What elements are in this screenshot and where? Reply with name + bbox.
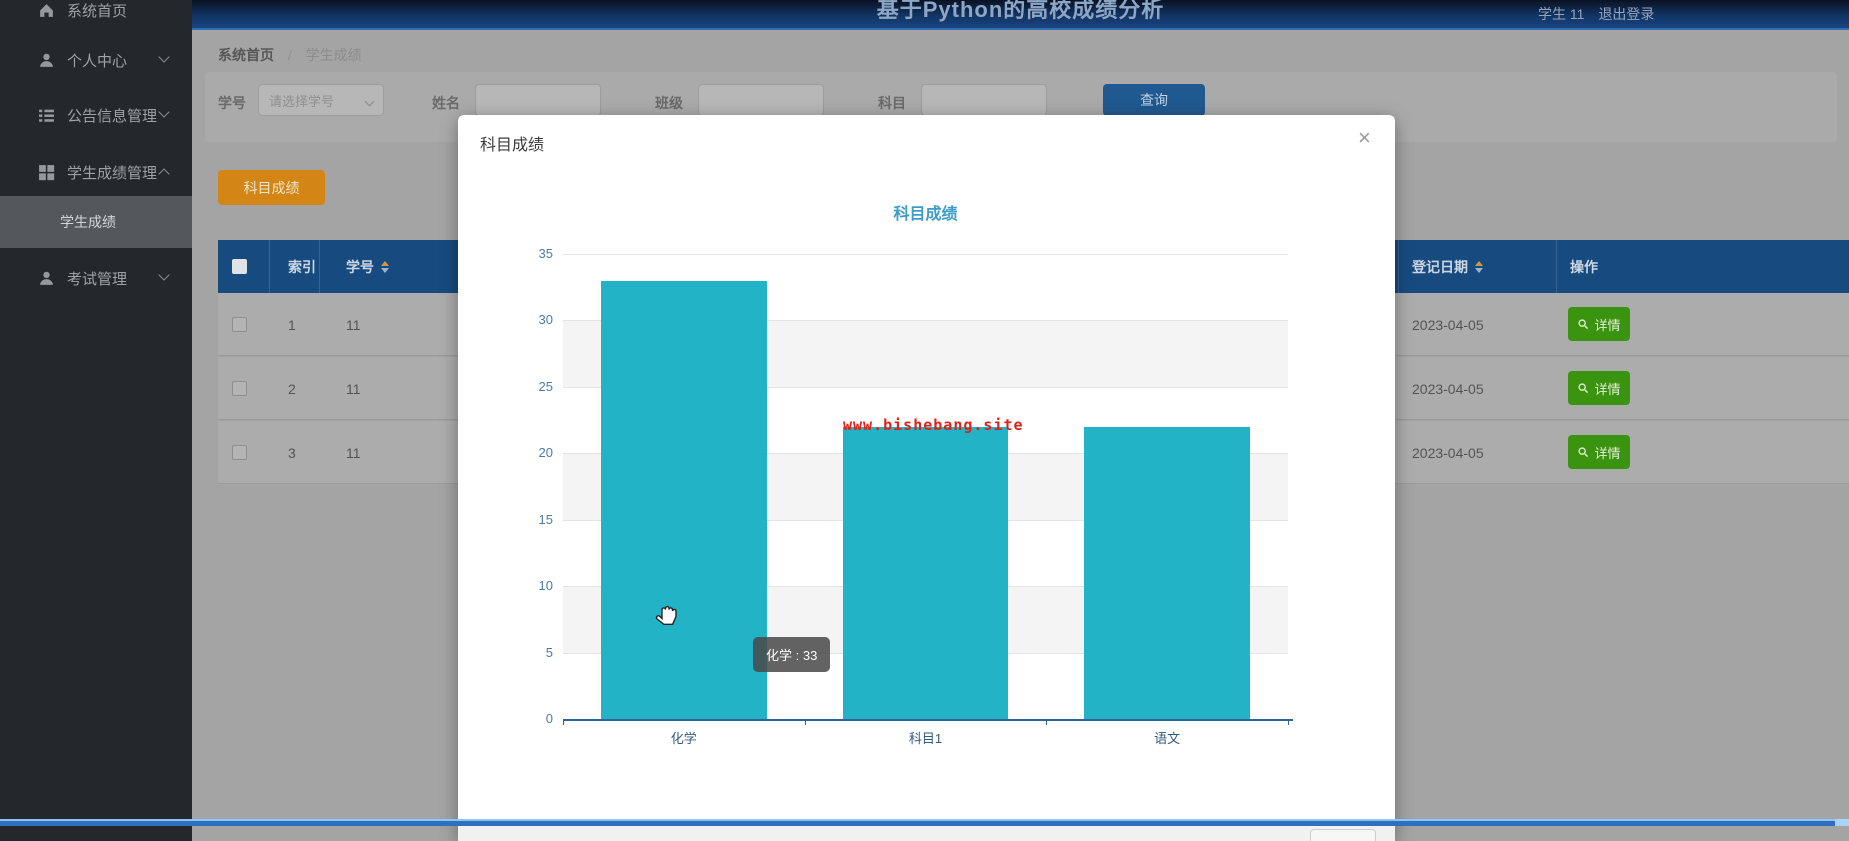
breadcrumb-separator: / — [287, 47, 292, 63]
cell-reg-date: 2023-04-05 — [1412, 380, 1484, 397]
y-tick-label: 35 — [538, 246, 553, 261]
bar-chart: 0 5 10 15 20 25 30 35 化学 科目1 语文 科目成绩 — [458, 115, 1395, 841]
sidebar-item-student-scores-active[interactable]: 学生成绩 — [0, 196, 192, 248]
sidebar-item-announcements[interactable]: 公告信息管理 — [0, 95, 192, 135]
row-checkbox[interactable] — [232, 317, 247, 332]
current-user-label: 学生 11 — [1538, 6, 1585, 22]
name-input[interactable] — [475, 84, 601, 116]
cell-index: 1 — [288, 316, 296, 333]
chevron-up-icon — [158, 168, 170, 180]
grid-icon — [38, 164, 55, 181]
y-tick-label: 25 — [538, 378, 553, 394]
sort-icon[interactable] — [1475, 260, 1483, 274]
video-progress-bar[interactable] — [0, 819, 1849, 826]
chevron-down-icon — [158, 51, 170, 63]
chart-tooltip: 化学 : 33 — [753, 637, 831, 672]
col-action: 操作 — [1570, 258, 1598, 275]
sidebar-subitem-label: 学生成绩 — [60, 214, 116, 230]
sidebar-item-profile[interactable]: 个人中心 — [0, 40, 192, 80]
cell-student-no: 11 — [346, 380, 361, 397]
detail-button[interactable]: 详情 — [1568, 307, 1630, 341]
breadcrumb-root[interactable]: 系统首页 — [218, 47, 274, 63]
subject-label: 科目 — [878, 95, 906, 111]
select-all-cell — [218, 240, 270, 293]
home-icon — [38, 2, 55, 19]
magnifier-icon — [1578, 319, 1589, 330]
chevron-down-icon — [364, 96, 375, 107]
y-tick-label: 10 — [538, 578, 553, 594]
breadcrumb: 系统首页 / 学生成绩 — [218, 45, 362, 65]
user-area: 学生 11 退出登录 — [1538, 4, 1678, 24]
chevron-down-icon — [158, 106, 170, 118]
cell-student-no: 11 — [346, 444, 361, 461]
bar[interactable] — [601, 280, 767, 719]
bar[interactable] — [1084, 426, 1250, 719]
detail-button[interactable]: 详情 — [1568, 371, 1630, 405]
watermark-text: www.bishebang.site — [843, 416, 1024, 434]
student-no-select[interactable]: 请选择学号 — [258, 84, 384, 116]
breadcrumb-current: 学生成绩 — [305, 47, 362, 63]
subject-score-modal: 科目成绩 × 0 5 10 15 20 25 30 35 化学 科目1 语文 科目成绩 www.bis… — [458, 115, 1395, 841]
detail-button[interactable]: 详情 — [1568, 435, 1630, 469]
subject-input[interactable] — [921, 84, 1047, 116]
y-tick-label: 0 — [545, 711, 553, 726]
gridline — [563, 254, 1288, 255]
sidebar-item-label: 考试管理 — [67, 270, 128, 288]
sidebar: 系统首页 个人中心 公告信息管理 学生成绩管理 学生成绩 考试管理 — [0, 0, 192, 841]
sidebar-item-label: 个人中心 — [67, 52, 128, 70]
chevron-down-icon — [158, 269, 170, 281]
cell-index: 2 — [288, 380, 296, 397]
x-axis-line — [563, 719, 1293, 721]
row-checkbox[interactable] — [232, 381, 247, 396]
magnifier-icon — [1578, 447, 1589, 458]
y-tick-label: 15 — [538, 511, 553, 527]
sidebar-item-score-management[interactable]: 学生成绩管理 — [0, 152, 192, 192]
video-progress-head[interactable] — [1835, 819, 1849, 826]
sidebar-item-label: 公告信息管理 — [67, 107, 158, 125]
list-icon — [38, 107, 55, 124]
magnifier-icon — [1578, 383, 1589, 394]
x-tick-label: 化学 — [670, 731, 697, 746]
cell-reg-date: 2023-04-05 — [1412, 316, 1484, 333]
chart-title: 科目成绩 — [893, 206, 958, 223]
mouse-cursor — [652, 598, 682, 628]
user-icon — [38, 52, 55, 69]
search-button[interactable]: 查询 — [1103, 84, 1205, 116]
exam-icon — [38, 270, 55, 287]
y-tick-label: 20 — [538, 445, 553, 461]
class-label: 班级 — [655, 95, 683, 111]
cell-reg-date: 2023-04-05 — [1412, 444, 1484, 461]
modal-footer-button[interactable] — [1310, 829, 1376, 841]
student-no-label: 学号 — [218, 95, 246, 111]
select-all-checkbox[interactable] — [232, 259, 247, 274]
cell-student-no: 11 — [346, 316, 361, 333]
name-label: 姓名 — [432, 95, 460, 111]
logout-link[interactable]: 退出登录 — [1598, 6, 1654, 22]
sidebar-item-label: 学生成绩管理 — [67, 164, 158, 182]
y-tick-label: 5 — [545, 644, 553, 660]
sort-icon[interactable] — [381, 260, 389, 274]
cell-index: 3 — [288, 444, 296, 461]
subject-score-button[interactable]: 科目成绩 — [218, 170, 325, 205]
sidebar-item-exam-management[interactable]: 考试管理 — [0, 258, 192, 298]
student-no-placeholder: 请选择学号 — [269, 93, 335, 109]
sidebar-item-home[interactable]: 系统首页 — [0, 0, 192, 30]
y-tick-label: 30 — [538, 312, 553, 328]
x-tick-label: 语文 — [1154, 731, 1181, 746]
x-tick-label: 科目1 — [908, 731, 943, 746]
col-reg-date[interactable]: 登记日期 — [1399, 240, 1557, 293]
row-checkbox[interactable] — [232, 445, 247, 460]
modal-footer — [458, 826, 1395, 841]
col-index: 索引 — [270, 240, 320, 293]
sidebar-item-label: 系统首页 — [67, 2, 128, 20]
bar[interactable] — [842, 426, 1009, 719]
app-window: 基于Python的高校成绩分析 学生 11 退出登录 系统首页 个人中心 公告信息… — [0, 0, 1849, 841]
class-input[interactable] — [698, 84, 824, 116]
